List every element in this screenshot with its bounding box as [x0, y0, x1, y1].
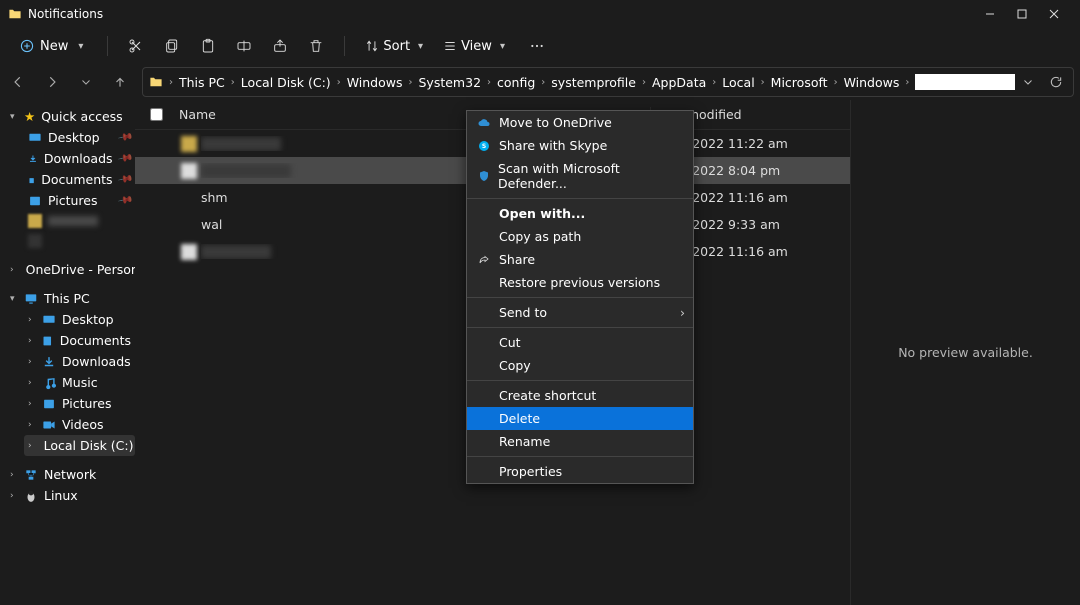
- ctx-scan-defender[interactable]: Scan with Microsoft Defender...: [467, 157, 693, 195]
- folder-icon: [149, 75, 163, 89]
- shield-icon: [477, 169, 490, 183]
- ctx-share[interactable]: Share: [467, 248, 693, 271]
- new-label: New: [40, 39, 68, 54]
- chevron-down-icon: ▾: [418, 41, 423, 52]
- sort-icon: [365, 39, 379, 53]
- sidebar-network[interactable]: ›Network: [6, 464, 135, 485]
- forward-button[interactable]: [44, 74, 60, 90]
- ctx-open-with[interactable]: Open with...: [467, 202, 693, 225]
- crumb-current-white[interactable]: [915, 74, 1015, 90]
- paste-icon[interactable]: [194, 32, 222, 60]
- crumb-systemprofile[interactable]: systemprofile: [551, 75, 636, 90]
- crumb-config[interactable]: config: [497, 75, 535, 90]
- monitor-icon: [24, 292, 38, 306]
- up-button[interactable]: [112, 74, 128, 90]
- ctx-delete[interactable]: Delete: [467, 407, 693, 430]
- back-button[interactable]: [10, 74, 26, 90]
- sidebar-pc-pictures[interactable]: ›Pictures: [24, 393, 135, 414]
- network-icon: [24, 468, 38, 482]
- sidebar-item-pictures[interactable]: Pictures📌: [24, 190, 135, 211]
- view-icon: [443, 39, 457, 53]
- separator: [107, 36, 108, 56]
- refresh-button[interactable]: [1045, 71, 1067, 93]
- ctx-rename[interactable]: Rename: [467, 430, 693, 453]
- sidebar-pc-videos[interactable]: ›Videos: [24, 414, 135, 435]
- plus-circle-icon: [20, 39, 34, 53]
- crumb-windows2[interactable]: Windows: [844, 75, 900, 90]
- ctx-share-skype[interactable]: SShare with Skype: [467, 134, 693, 157]
- addressbar: › This PC› Local Disk (C:)› Windows› Sys…: [0, 64, 1080, 100]
- address-dropdown-button[interactable]: [1017, 71, 1039, 93]
- sidebar-pc-downloads[interactable]: ›Downloads: [24, 351, 135, 372]
- sidebar-this-pc[interactable]: ▾This PC: [6, 288, 135, 309]
- close-button[interactable]: [1048, 8, 1060, 20]
- sidebar-pc-desktop[interactable]: ›Desktop: [24, 309, 135, 330]
- pin-icon: 📌: [117, 150, 134, 166]
- rename-icon[interactable]: [230, 32, 258, 60]
- new-button[interactable]: New ▾: [10, 35, 93, 58]
- sidebar-onedrive[interactable]: ›OneDrive - Personal: [6, 259, 135, 280]
- toolbar: New ▾ Sort ▾ View ▾: [0, 28, 1080, 64]
- pin-icon: 📌: [117, 171, 134, 187]
- sidebar-pc-documents[interactable]: ›Documents: [24, 330, 135, 351]
- window-title: Notifications: [28, 7, 103, 21]
- crumb-windows[interactable]: Windows: [347, 75, 403, 90]
- sort-button[interactable]: Sort ▾: [359, 35, 429, 58]
- ctx-move-onedrive[interactable]: Move to OneDrive: [467, 111, 693, 134]
- cloud-icon: [477, 116, 491, 130]
- sidebar-item-downloads[interactable]: Downloads📌: [24, 148, 135, 169]
- ctx-create-shortcut[interactable]: Create shortcut: [467, 384, 693, 407]
- ctx-copy[interactable]: Copy: [467, 354, 693, 377]
- ctx-cut[interactable]: Cut: [467, 331, 693, 354]
- chevron-down-icon: ▾: [78, 41, 83, 52]
- separator: [344, 36, 345, 56]
- penguin-icon: [24, 489, 38, 503]
- copy-icon[interactable]: [158, 32, 186, 60]
- pin-icon: 📌: [117, 192, 134, 208]
- breadcrumb[interactable]: › This PC› Local Disk (C:)› Windows› Sys…: [142, 67, 1074, 97]
- crumb-this-pc[interactable]: This PC: [179, 75, 225, 90]
- ctx-copy-path[interactable]: Copy as path: [467, 225, 693, 248]
- sidebar-blurred-2[interactable]: [24, 231, 135, 251]
- more-button[interactable]: [523, 32, 551, 60]
- crumb-microsoft[interactable]: Microsoft: [771, 75, 828, 90]
- sort-label: Sort: [383, 39, 410, 54]
- recent-down-button[interactable]: [78, 74, 94, 90]
- context-menu: Move to OneDrive SShare with Skype Scan …: [466, 110, 694, 484]
- crumb-appdata[interactable]: AppData: [652, 75, 706, 90]
- preview-message: No preview available.: [898, 345, 1033, 360]
- svg-text:S: S: [482, 143, 486, 150]
- sidebar-linux[interactable]: ›Linux: [6, 485, 135, 506]
- select-all-checkbox[interactable]: [150, 108, 163, 121]
- crumb-local-disk[interactable]: Local Disk (C:): [241, 75, 331, 90]
- delete-icon[interactable]: [302, 32, 330, 60]
- skype-icon: S: [477, 139, 491, 153]
- view-label: View: [461, 39, 492, 54]
- ctx-properties[interactable]: Properties: [467, 460, 693, 483]
- ctx-send-to[interactable]: Send to: [467, 301, 693, 324]
- ctx-restore[interactable]: Restore previous versions: [467, 271, 693, 294]
- crumb-system32[interactable]: System32: [419, 75, 482, 90]
- titlebar: Notifications: [0, 0, 1080, 28]
- pin-icon: 📌: [117, 129, 134, 145]
- sidebar-item-desktop[interactable]: Desktop📌: [24, 127, 135, 148]
- sidebar-item-documents[interactable]: Documents📌: [24, 169, 135, 190]
- minimize-button[interactable]: [984, 8, 996, 20]
- sidebar-pc-music[interactable]: ›Music: [24, 372, 135, 393]
- folder-icon: [8, 7, 22, 21]
- sidebar: ▾★Quick access Desktop📌 Downloads📌 Docum…: [0, 100, 135, 605]
- cut-icon[interactable]: [122, 32, 150, 60]
- share-icon[interactable]: [266, 32, 294, 60]
- view-button[interactable]: View ▾: [437, 35, 511, 58]
- chevron-down-icon: ▾: [500, 41, 505, 52]
- maximize-button[interactable]: [1016, 8, 1028, 20]
- sidebar-quick-access[interactable]: ▾★Quick access: [6, 106, 135, 127]
- sidebar-pc-local-disk[interactable]: ›Local Disk (C:): [24, 435, 135, 456]
- sidebar-blurred-1[interactable]: [24, 211, 135, 231]
- share-arrow-icon: [477, 253, 491, 267]
- preview-pane: No preview available.: [850, 100, 1080, 605]
- crumb-local[interactable]: Local: [722, 75, 754, 90]
